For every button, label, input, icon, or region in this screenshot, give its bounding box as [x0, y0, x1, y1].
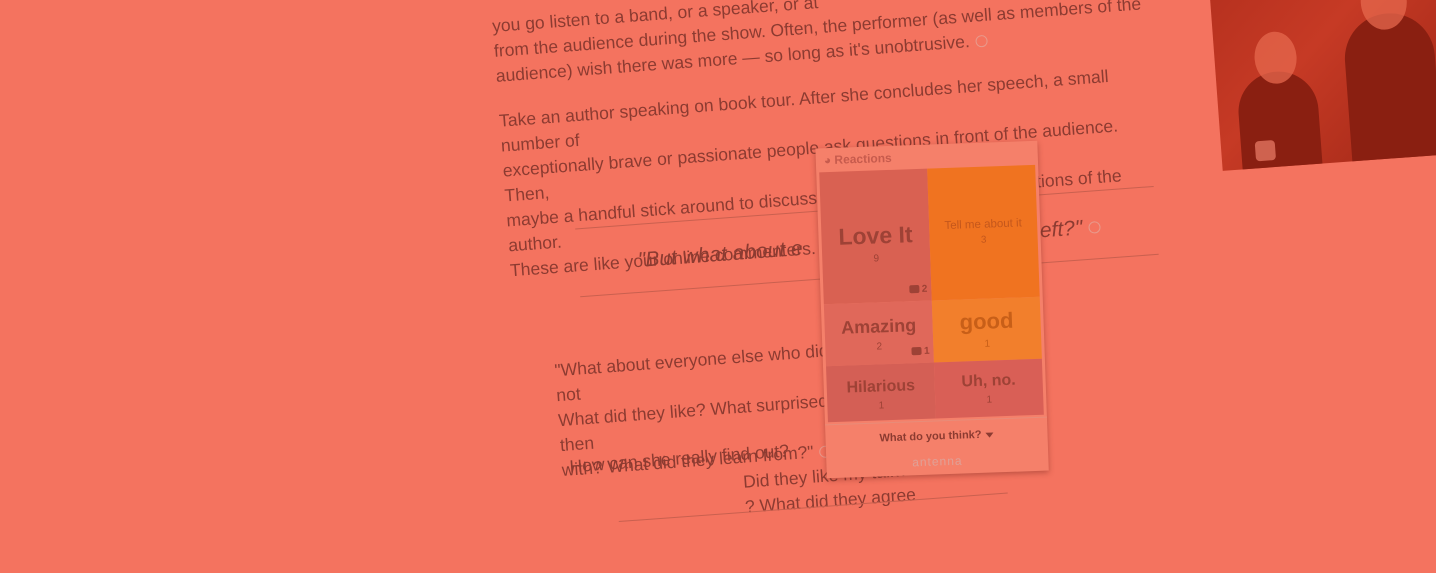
comment-icon: [911, 347, 923, 356]
reaction-tell-me-about-it[interactable]: Tell me about it 3: [927, 164, 1040, 301]
reaction-bubble-icon[interactable]: [1087, 221, 1101, 235]
reaction-count: 1: [878, 400, 885, 412]
reaction-label: good: [959, 307, 1014, 335]
what-do-you-think-dropdown[interactable]: What do you think?: [825, 427, 1047, 447]
reactions-widget: ◕ Reactions Love It 9 2 Tell me about it…: [815, 140, 1049, 480]
antenna-logo-icon: ◕: [823, 152, 832, 168]
comment-icon: [909, 285, 920, 294]
antenna-brand[interactable]: antenna: [826, 451, 1048, 473]
prompt-label: What do you think?: [879, 428, 982, 445]
reaction-hilarious[interactable]: Hilarious 1: [826, 362, 936, 423]
comment-count-value: 2: [921, 283, 928, 295]
comment-count-value: 1: [923, 345, 930, 357]
reaction-amazing[interactable]: Amazing 2 1: [823, 300, 934, 367]
reaction-count: 1: [986, 394, 993, 406]
widget-title: Reactions: [834, 150, 892, 167]
article-stage: you go listen to a band, or a speaker, o…: [0, 0, 1436, 570]
reaction-label: Tell me about it: [944, 217, 1023, 233]
reaction-label: Uh, no.: [961, 371, 1017, 391]
reaction-label: Hilarious: [846, 377, 916, 397]
comment-count[interactable]: 2: [909, 283, 928, 296]
reaction-count: 1: [984, 338, 991, 350]
reaction-good[interactable]: good 1: [931, 296, 1042, 363]
widget-footer: What do you think? antenna: [825, 416, 1049, 480]
reaction-label: Amazing: [840, 315, 917, 338]
reaction-bubble-icon[interactable]: [975, 35, 989, 48]
reaction-count: 3: [980, 234, 987, 246]
reaction-label: Love It: [837, 221, 913, 250]
reaction-love-it[interactable]: Love It 9 2: [819, 168, 932, 305]
caret-down-icon: [985, 432, 994, 438]
comment-count[interactable]: 1: [911, 345, 930, 358]
reaction-bubble-icon[interactable]: [1254, 139, 1277, 162]
audience-photo: [1204, 0, 1436, 171]
reaction-count: 9: [873, 253, 880, 265]
reaction-uh-no[interactable]: Uh, no. 1: [933, 358, 1044, 419]
